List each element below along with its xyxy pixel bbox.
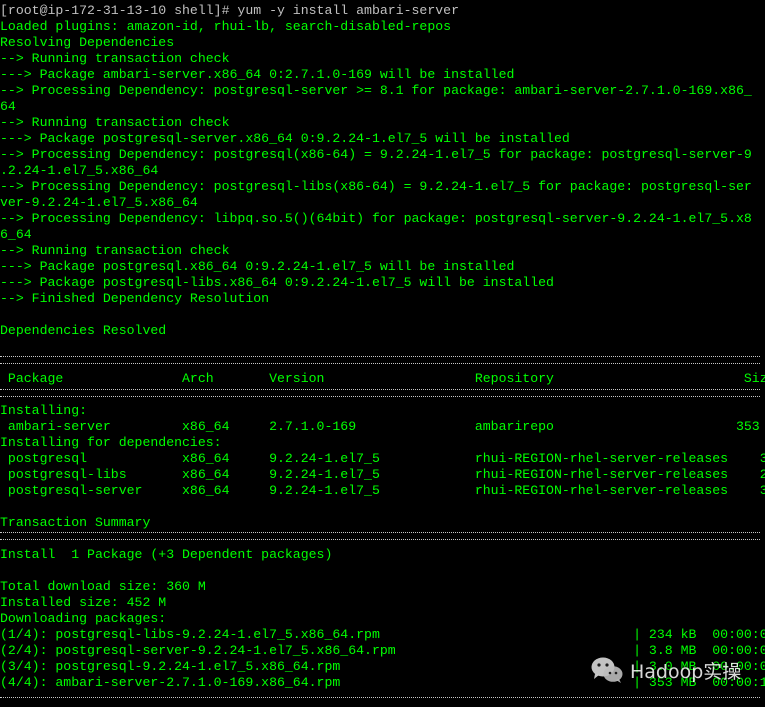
output-line: --> Running transaction check bbox=[0, 51, 230, 66]
output-line: ---> Package ambari-server.x86_64 0:2.7.… bbox=[0, 67, 515, 82]
output-line: Dependencies Resolved bbox=[0, 323, 167, 338]
prompt-line: [root@ip-172-31-13-10 shell]# yum -y ins… bbox=[0, 3, 459, 18]
output-line: --> Running transaction check bbox=[0, 115, 230, 130]
wechat-icon bbox=[591, 657, 623, 683]
output-line: Install 1 Package (+3 Dependent packages… bbox=[0, 547, 333, 562]
output-line: Installing for dependencies: bbox=[0, 435, 222, 450]
table-header: Package Arch Version Repository Size bbox=[0, 371, 765, 386]
output-line: --> Processing Dependency: postgresql-se… bbox=[0, 83, 752, 98]
output-line: Total download size: 360 M bbox=[0, 579, 206, 594]
output-line: Transaction Summary bbox=[0, 515, 151, 530]
output-line: --> Finished Dependency Resolution bbox=[0, 291, 270, 306]
output-line: ---> Package postgresql-libs.x86_64 0:9.… bbox=[0, 275, 554, 290]
summary-separator bbox=[0, 532, 760, 540]
download-row: (1/4): postgresql-libs-9.2.24-1.el7_5.x8… bbox=[0, 627, 765, 642]
output-line: Loaded plugins: amazon-id, rhui-lb, sear… bbox=[0, 19, 452, 34]
output-line: --> Processing Dependency: libpq.so.5()(… bbox=[0, 211, 752, 226]
output-line: Downloading packages: bbox=[0, 611, 167, 626]
output-line: 6_64 bbox=[0, 227, 32, 242]
table-row: postgresql-server x86_64 9.2.24-1.el7_5 … bbox=[0, 483, 765, 498]
output-line: ---> Package postgresql.x86_64 0:9.2.24-… bbox=[0, 259, 515, 274]
table-row: postgresql x86_64 9.2.24-1.el7_5 rhui-RE… bbox=[0, 451, 765, 466]
table-row: ambari-server x86_64 2.7.1.0-169 ambarir… bbox=[0, 419, 765, 434]
output-line: ver-9.2.24-1.el7_5.x86_64 bbox=[0, 195, 198, 210]
output-line: --> Processing Dependency: postgresql(x8… bbox=[0, 147, 752, 162]
output-line: Installed size: 452 M bbox=[0, 595, 167, 610]
table-separator-header bbox=[0, 389, 760, 397]
bottom-separator bbox=[0, 697, 760, 698]
output-line: --> Running transaction check bbox=[0, 243, 230, 258]
output-line: ---> Package postgresql-server.x86_64 0:… bbox=[0, 131, 570, 146]
terminal-window[interactable]: [root@ip-172-31-13-10 shell]# yum -y ins… bbox=[0, 0, 765, 707]
watermark-text: Hadoop实操 bbox=[630, 660, 742, 683]
watermark: Hadoop实操 bbox=[590, 652, 741, 688]
output-line: .2.24-1.el7_5.x86_64 bbox=[0, 163, 159, 178]
table-row: postgresql-libs x86_64 9.2.24-1.el7_5 rh… bbox=[0, 467, 765, 482]
output-line: --> Processing Dependency: postgresql-li… bbox=[0, 179, 752, 194]
output-line: Installing: bbox=[0, 403, 88, 418]
table-separator-top bbox=[0, 356, 760, 364]
output-line: Resolving Dependencies bbox=[0, 35, 175, 50]
output-line: 64 bbox=[0, 99, 16, 114]
